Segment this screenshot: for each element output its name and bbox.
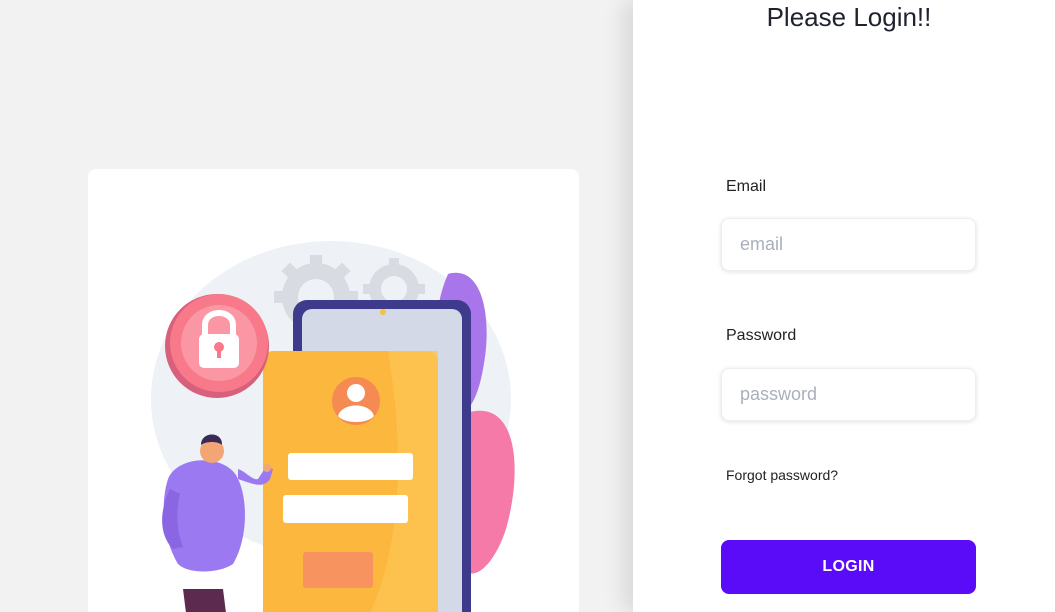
phone-field: [283, 495, 408, 523]
phone-button: [303, 552, 373, 588]
phone-field: [288, 453, 413, 480]
forgot-password-link[interactable]: Forgot password?: [726, 467, 838, 483]
user-avatar-icon: [332, 377, 380, 425]
phone-camera: [380, 309, 386, 315]
password-label: Password: [726, 327, 797, 344]
login-illustration: [151, 241, 515, 612]
email-input[interactable]: [721, 218, 976, 271]
illustration-card: [88, 169, 579, 612]
password-input[interactable]: [721, 368, 976, 421]
login-page: Please Login!! Email Password Forgot pas…: [0, 0, 1055, 612]
login-panel: Please Login!! Email Password Forgot pas…: [633, 0, 1055, 612]
login-button[interactable]: LOGIN: [721, 540, 976, 594]
lock-icon: [165, 294, 269, 398]
page-title: Please Login!!: [766, 2, 932, 32]
email-label: Email: [726, 178, 767, 195]
